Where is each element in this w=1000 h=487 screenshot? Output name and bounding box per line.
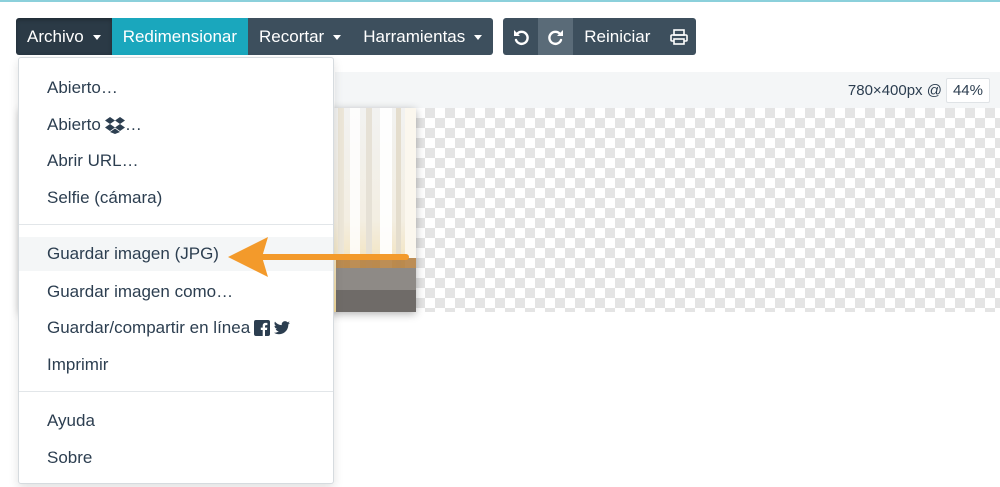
menu-item-label: Guardar imagen como…: [47, 282, 234, 301]
print-button[interactable]: [661, 18, 697, 55]
herramientas-label: Harramientas: [363, 26, 466, 46]
history-button-group: Reiniciar: [503, 18, 697, 55]
redimensionar-label: Redimensionar: [122, 26, 238, 46]
menu-item-selfie[interactable]: Selfie (cámara): [19, 181, 333, 215]
caret-down-icon: [92, 35, 101, 40]
undo-icon: [513, 29, 529, 45]
menu-item-label: Abierto: [47, 115, 101, 134]
menu-item-about[interactable]: Sobre: [19, 441, 333, 475]
zoom-level[interactable]: 44%: [945, 77, 990, 103]
menu-item-label: Selfie (cámara): [47, 188, 163, 207]
caret-down-icon: [333, 35, 342, 40]
redimensionar-button[interactable]: Redimensionar: [111, 18, 249, 55]
archivo-label: Archivo: [27, 26, 84, 46]
menu-item-label: Guardar imagen (JPG): [47, 244, 219, 263]
menu-item-open-dropbox[interactable]: Abierto …: [19, 108, 333, 142]
menu-divider: [19, 224, 333, 225]
menu-item-label: Guardar/compartir en línea: [47, 318, 251, 337]
top-accent-line: [0, 0, 1000, 2]
menu-item-label: Sobre: [47, 448, 93, 467]
menu-item-label: Abierto…: [47, 78, 118, 97]
menu-item-print[interactable]: Imprimir: [19, 348, 333, 382]
primary-button-group: Archivo Redimensionar Recortar Harramien…: [16, 18, 494, 55]
image-status-bar: 780×400px @ 44%: [335, 72, 1000, 108]
menu-item-share-online[interactable]: Guardar/compartir en línea: [19, 311, 333, 345]
main-toolbar: Archivo Redimensionar Recortar Harramien…: [16, 18, 697, 55]
print-icon: [670, 28, 688, 45]
twitter-icon: [274, 321, 291, 335]
menu-item-open[interactable]: Abierto…: [19, 71, 333, 105]
facebook-icon: [254, 320, 271, 336]
menu-item-open-url[interactable]: Abrir URL…: [19, 144, 333, 178]
transparent-canvas[interactable]: [335, 108, 1000, 312]
archivo-menu-button[interactable]: Archivo: [16, 18, 112, 55]
herramientas-menu-button[interactable]: Harramientas: [352, 18, 494, 55]
recortar-label: Recortar: [259, 26, 325, 46]
menu-item-label: Imprimir: [47, 355, 109, 374]
menu-item-help[interactable]: Ayuda: [19, 404, 333, 438]
menu-item-label: Abrir URL…: [47, 151, 139, 170]
redo-icon: [548, 29, 563, 45]
dropbox-icon: [104, 116, 125, 134]
recortar-menu-button[interactable]: Recortar: [248, 18, 353, 55]
reiniciar-label: Reiniciar: [584, 26, 651, 46]
caret-down-icon: [474, 35, 483, 40]
image-dimensions: 780×400px @: [847, 81, 942, 99]
orange-arrow-annotation: [228, 237, 409, 277]
redo-button[interactable]: [538, 18, 574, 55]
menu-divider: [19, 391, 333, 392]
menu-item-ellipsis: …: [124, 115, 142, 134]
reiniciar-button[interactable]: Reiniciar: [573, 18, 662, 55]
menu-item-label: Ayuda: [47, 411, 95, 430]
undo-button[interactable]: [503, 18, 539, 55]
